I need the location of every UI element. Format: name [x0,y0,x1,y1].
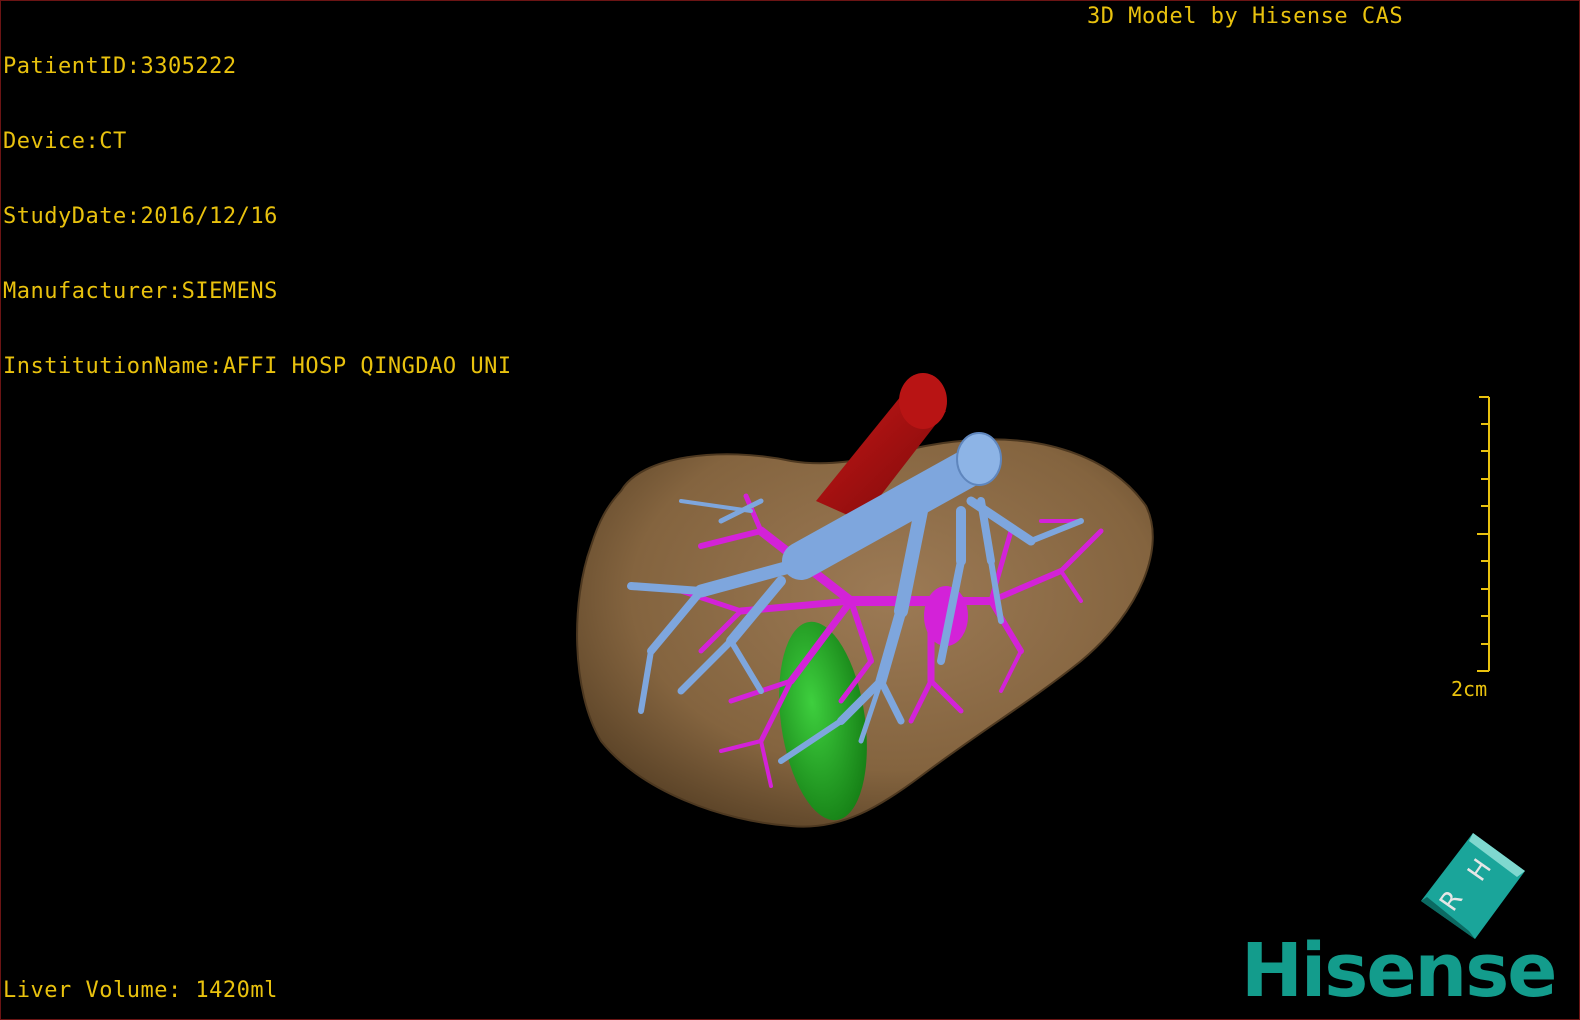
study-date-text: StudyDate:2016/12/16 [3,204,278,229]
orientation-cube-icon[interactable]: H R [1413,831,1533,941]
manufacturer-text: Manufacturer:SIEMENS [3,279,278,304]
dicom-info-panel: PatientID:3305222 Device:CT StudyDate:20… [3,4,512,429]
scale-bar [1477,396,1490,672]
portal-vein-trunk [956,432,1002,486]
liver-volume-text: Liver Volume: 1420ml [3,978,278,1003]
institution-text: InstitutionName:AFFI HOSP QINGDAO UNI [3,354,512,379]
patient-id-text: PatientID:3305222 [3,54,237,79]
hisense-logo: Hisense [1241,928,1557,1014]
3d-render-viewport[interactable]: PatientID:3305222 Device:CT StudyDate:20… [0,0,1580,1020]
scale-label: 2cm [1451,677,1488,701]
device-text: Device:CT [3,129,127,154]
model-credit-text: 3D Model by Hisense CAS [1087,4,1404,29]
